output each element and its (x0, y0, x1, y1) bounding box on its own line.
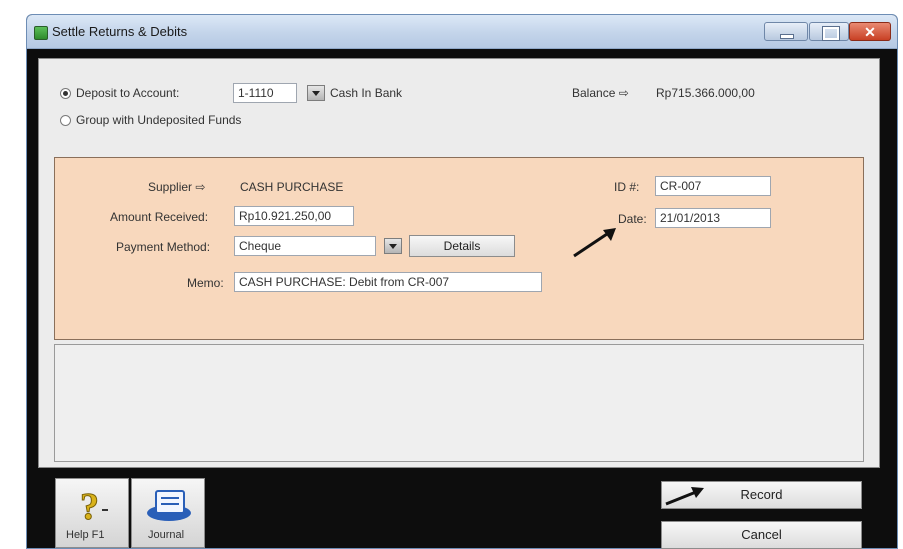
journal-button[interactable]: Journal (131, 478, 205, 548)
help-icon: ? (80, 486, 108, 525)
balance-value: Rp715.366.000,00 (656, 86, 755, 100)
window-title: Settle Returns & Debits (52, 24, 188, 39)
deposit-radio[interactable] (60, 88, 71, 99)
account-name: Cash In Bank (330, 86, 403, 100)
supplier-label: Supplier ⇨ (148, 180, 206, 194)
date-label: Date: (618, 212, 647, 226)
maximize-button[interactable] (809, 22, 849, 41)
payment-method-field[interactable]: Cheque (234, 236, 376, 256)
id-label: ID #: (614, 180, 640, 194)
svg-text:?: ? (80, 486, 99, 525)
amount-received-label: Amount Received: (110, 210, 209, 224)
help-button[interactable]: ? Help F1 (55, 478, 129, 548)
group-undeposited-radio[interactable] (60, 115, 71, 126)
close-button[interactable]: ✕ (849, 22, 891, 41)
journal-label: Journal (148, 529, 185, 541)
journal-icon (147, 490, 191, 521)
lower-panel (54, 344, 864, 462)
arrow-pointer-icon (665, 487, 704, 506)
details-button[interactable]: Details (409, 235, 515, 257)
balance-label: Balance ⇨ (572, 86, 629, 100)
account-code-field[interactable]: 1-1110 (233, 83, 297, 103)
cancel-button[interactable]: Cancel (661, 521, 862, 549)
group-undeposited-label: Group with Undeposited Funds (76, 113, 242, 127)
deposit-label: Deposit to Account: (76, 86, 180, 100)
memo-field[interactable]: CASH PURCHASE: Debit from CR-007 (234, 272, 542, 292)
window-app-icon (34, 26, 48, 40)
account-dropdown-button[interactable] (307, 85, 325, 101)
close-icon: ✕ (864, 24, 876, 40)
help-label: Help F1 (66, 529, 105, 541)
date-field[interactable]: 21/01/2013 (655, 208, 771, 228)
payment-method-dropdown-button[interactable] (384, 238, 402, 254)
minimize-button[interactable] (764, 22, 808, 41)
memo-label: Memo: (187, 276, 224, 290)
amount-received-field[interactable]: Rp10.921.250,00 (234, 206, 354, 226)
id-field[interactable]: CR-007 (655, 176, 771, 196)
supplier-value: CASH PURCHASE (240, 180, 344, 194)
arrow-pointer-icon (573, 228, 616, 258)
payment-method-label: Payment Method: (116, 240, 211, 254)
